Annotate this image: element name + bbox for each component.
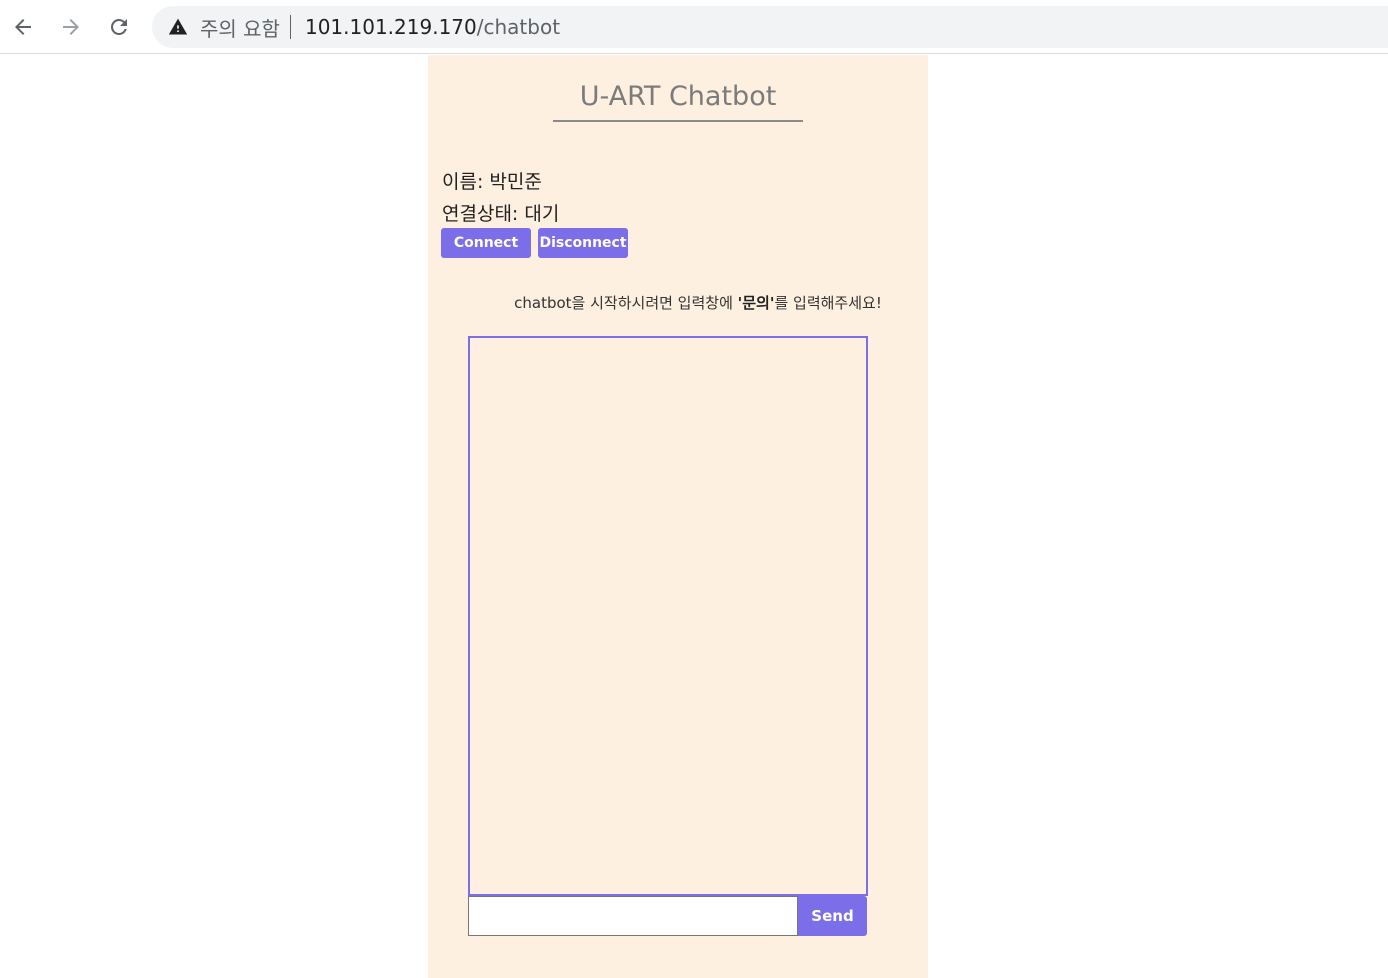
name-label: 이름: <box>442 171 484 193</box>
forward-button[interactable] <box>56 12 86 42</box>
address-divider <box>289 15 291 39</box>
reload-button[interactable] <box>104 12 134 42</box>
security-warning-label[interactable]: 주의 요함 <box>200 13 280 42</box>
instruction-keyword: '문의' <box>737 294 775 312</box>
message-input[interactable] <box>468 896 798 936</box>
instruction-prefix: chatbot을 시작하시려면 입력창에 <box>514 294 738 312</box>
user-name-line: 이름: 박민준 <box>442 167 542 194</box>
connect-button[interactable]: Connect <box>441 228 531 258</box>
name-value: 박민준 <box>489 171 542 193</box>
browser-toolbar: 주의 요함 101.101.219.170/chatbot <box>0 0 1388 54</box>
status-value: 대기 <box>524 203 560 225</box>
connection-status-line: 연결상태: 대기 <box>442 199 559 226</box>
page-title: U-ART Chatbot <box>553 81 803 122</box>
url-text[interactable]: 101.101.219.170/chatbot <box>305 15 560 39</box>
reload-icon <box>110 18 127 35</box>
arrow-left-icon <box>15 19 31 35</box>
warning-icon[interactable] <box>168 17 188 37</box>
chat-messages-area[interactable] <box>468 336 868 896</box>
address-bar[interactable]: 주의 요함 101.101.219.170/chatbot <box>152 6 1388 48</box>
url-host: 101.101.219.170 <box>304 15 477 39</box>
url-path: /chatbot <box>476 15 561 39</box>
disconnect-button[interactable]: Disconnect <box>538 228 628 258</box>
instruction-suffix: 를 입력해주세요! <box>774 294 882 312</box>
chatbot-panel: U-ART Chatbot 이름: 박민준 연결상태: 대기 Connect D… <box>428 55 928 978</box>
send-button[interactable]: Send <box>798 896 867 936</box>
back-button[interactable] <box>8 12 38 42</box>
instruction-text: chatbot을 시작하시려면 입력창에 '문의'를 입력해주세요! <box>468 292 928 313</box>
arrow-right-icon <box>63 19 79 35</box>
status-label: 연결상태: <box>442 203 519 225</box>
